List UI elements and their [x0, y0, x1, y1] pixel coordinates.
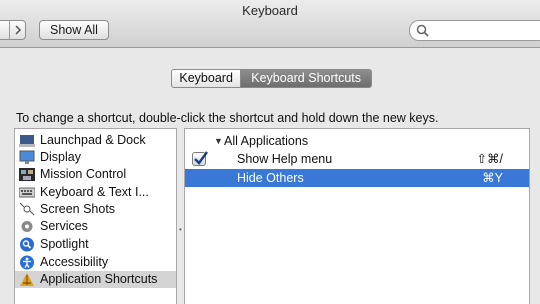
shortcut-enabled-checkbox[interactable]: [192, 151, 208, 166]
launchpad-dock-icon: [19, 135, 35, 147]
accessibility-icon: [20, 255, 34, 270]
keyboard-preferences-window: Keyboard Show All Keyboard Keyboard Shor…: [0, 0, 540, 304]
category-item-services[interactable]: Services: [15, 218, 176, 235]
category-label: Spotlight: [40, 237, 89, 251]
category-list: Launchpad & Dock Display Mission Control…: [14, 128, 177, 304]
category-label: Display: [40, 150, 81, 164]
shortcut-label: Show Help menu: [237, 152, 333, 166]
category-item-display[interactable]: Display: [15, 149, 176, 166]
category-label: Mission Control: [40, 167, 127, 181]
shortcut-row-show-help-menu[interactable]: Show Help menu ⇧⌘/: [185, 150, 529, 168]
category-item-application-shortcuts[interactable]: Application Shortcuts: [15, 271, 176, 288]
search-input[interactable]: [409, 20, 540, 41]
shortcut-row-hide-others[interactable]: Hide Others ⌘Y: [185, 169, 529, 187]
shortcut-group-label: All Applications: [224, 134, 309, 148]
split-view-handle[interactable]: •: [179, 225, 182, 234]
toolbar: Keyboard Show All: [0, 0, 540, 48]
mission-control-icon: [19, 168, 35, 181]
shortcut-group-row[interactable]: ▼ All Applications: [185, 132, 529, 150]
show-all-button[interactable]: Show All: [39, 20, 109, 40]
instruction-text: To change a shortcut, double-click the s…: [16, 111, 439, 125]
category-label: Launchpad & Dock: [40, 133, 146, 147]
chevron-right-icon[interactable]: [13, 21, 23, 39]
category-label: Screen Shots: [40, 202, 116, 216]
category-item-mission-control[interactable]: Mission Control: [15, 166, 176, 183]
category-item-spotlight[interactable]: Spotlight: [15, 236, 176, 253]
category-label: Keyboard & Text I...: [40, 185, 149, 199]
shortcut-label: Hide Others: [237, 171, 304, 185]
spotlight-icon: [20, 237, 34, 252]
category-label: Application Shortcuts: [40, 272, 158, 286]
shortcut-keys[interactable]: ⌘Y: [482, 169, 503, 187]
tab-keyboard[interactable]: Keyboard: [172, 70, 242, 87]
back-forward-buttons[interactable]: [0, 20, 26, 40]
checkmark-icon: [194, 151, 208, 165]
window-title: Keyboard: [242, 3, 298, 18]
category-item-screen-shots[interactable]: Screen Shots: [15, 201, 176, 218]
keyboard-icon: [19, 187, 35, 198]
screenshot-icon: [19, 202, 35, 216]
shortcut-keys[interactable]: ⇧⌘/: [477, 150, 503, 168]
disclosure-triangle-icon[interactable]: ▼: [214, 132, 223, 150]
category-label: Accessibility: [40, 255, 109, 269]
tab-bar: Keyboard Keyboard Shortcuts: [171, 69, 372, 88]
nav-divider: [9, 21, 10, 39]
application-shortcuts-icon: [20, 273, 34, 286]
search-icon: [416, 24, 429, 37]
category-label: Services: [40, 219, 88, 233]
services-gear-icon: [21, 221, 33, 232]
category-item-keyboard-text[interactable]: Keyboard & Text I...: [15, 184, 176, 201]
tab-keyboard-shortcuts[interactable]: Keyboard Shortcuts: [241, 70, 371, 87]
category-item-accessibility[interactable]: Accessibility: [15, 254, 176, 271]
category-item-launchpad-dock[interactable]: Launchpad & Dock: [15, 132, 176, 149]
shortcut-list: ▼ All Applications Show Help menu ⇧⌘/ Hi…: [184, 128, 530, 304]
display-icon: [19, 150, 35, 164]
